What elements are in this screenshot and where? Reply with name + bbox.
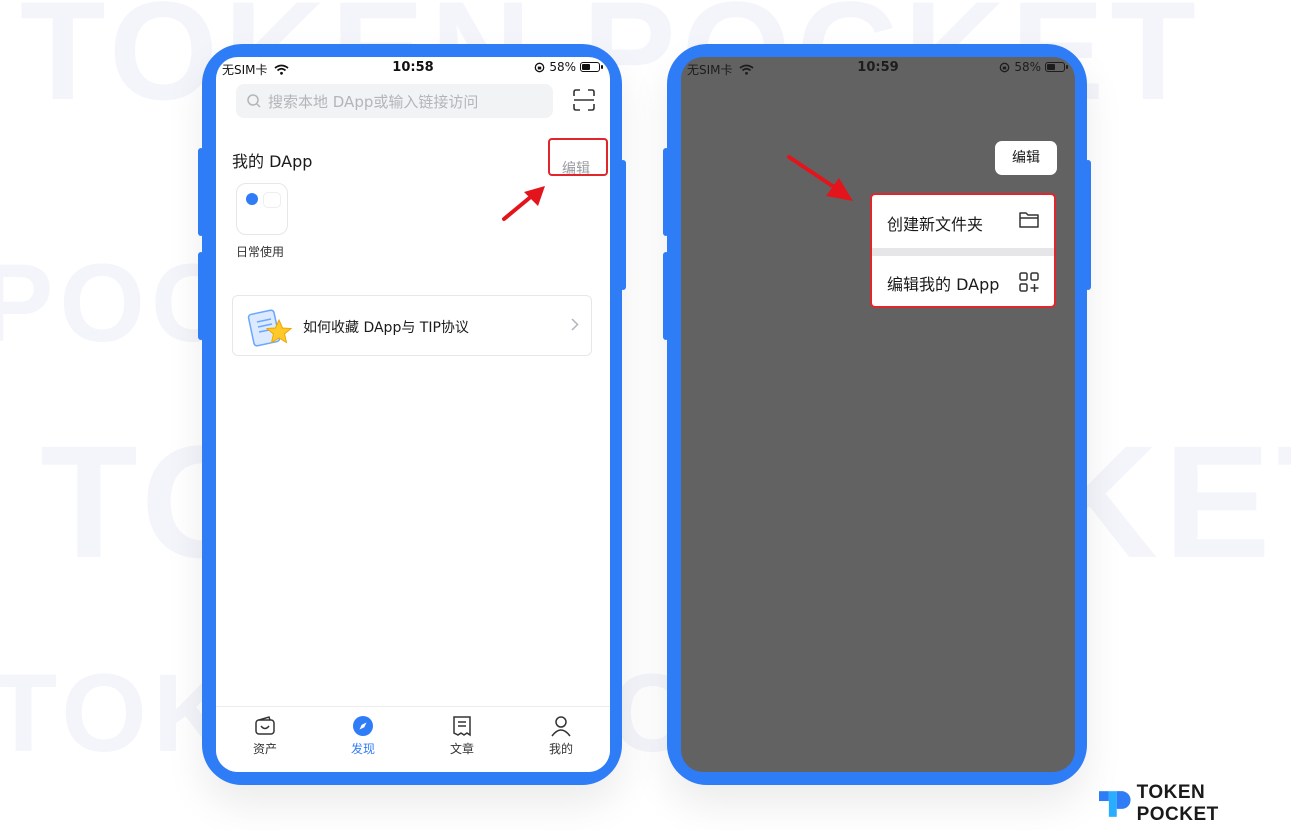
brand-name: TOKEN POCKET	[1136, 782, 1219, 825]
scan-icon[interactable]	[573, 89, 595, 111]
status-bar: 无SIM卡 10:58 58%	[216, 57, 610, 79]
power-button	[1085, 160, 1091, 290]
status-right: 58%	[534, 60, 603, 74]
rotation-lock-icon	[534, 62, 545, 72]
dapp-folder[interactable]	[236, 183, 288, 235]
tab-label: 我的	[548, 742, 573, 756]
tokenpocket-logo	[1099, 791, 1131, 817]
menu-divider	[872, 248, 1054, 256]
volume-up-button	[198, 148, 204, 236]
tab-articles[interactable]: 文章	[432, 715, 492, 757]
highlight-box	[548, 138, 608, 176]
search-placeholder: 搜索本地 DApp或输入链接访问	[268, 92, 479, 111]
user-icon	[551, 716, 571, 737]
banner-text: 如何收藏 DApp与 TIP协议	[303, 320, 469, 336]
annotation-arrow-left	[502, 186, 545, 221]
tab-label: 资产	[252, 742, 277, 756]
battery-icon	[1045, 62, 1068, 72]
search-input[interactable]: 搜索本地 DApp或输入链接访问	[236, 84, 553, 118]
chevron-right-icon	[571, 316, 579, 335]
edit-button[interactable]: 编辑	[995, 141, 1057, 175]
bottom-tab-bar: 资产 发现 文章 我的	[216, 706, 610, 772]
brand-logo: TOKEN POCKET	[1099, 782, 1291, 826]
article-icon	[453, 716, 471, 737]
tab-label: 发现	[350, 742, 375, 756]
menu-item-label: 编辑我的 DApp	[887, 275, 1000, 294]
status-bar: 无SIM卡 10:59 58%	[681, 57, 1075, 79]
search-icon	[247, 94, 261, 108]
section-title-my-dapp: 我的 DApp	[232, 152, 313, 171]
clipboard-star-icon	[247, 309, 293, 347]
tab-discover[interactable]: 发现	[333, 715, 393, 757]
battery-icon	[580, 62, 603, 72]
compass-icon	[246, 193, 258, 205]
phone-frame-left: 无SIM卡 10:58 58% 搜索本地 DApp或输入链接访问 我的 DApp…	[198, 44, 626, 785]
rotation-lock-icon	[999, 62, 1010, 72]
wallet-icon	[255, 716, 275, 735]
grid-add-icon	[1019, 272, 1039, 292]
tab-label: 文章	[449, 742, 474, 756]
tab-me[interactable]: 我的	[531, 715, 591, 757]
folder-slot	[263, 192, 281, 208]
annotation-arrow-right	[787, 155, 853, 201]
folder-label: 日常使用	[236, 245, 285, 259]
edit-popup-menu: 创建新文件夹 编辑我的 DApp	[870, 193, 1056, 308]
tutorial-banner[interactable]: 如何收藏 DApp与 TIP协议	[232, 295, 592, 356]
screen-edit-menu: 无SIM卡 10:59 58% 编辑 创建新文件夹 编辑我的 DApp	[681, 57, 1075, 772]
phone-frame-right: 无SIM卡 10:59 58% 编辑 创建新文件夹 编辑我的 DApp	[663, 44, 1091, 785]
volume-down-button	[198, 252, 204, 340]
menu-item-create-folder[interactable]: 创建新文件夹	[872, 195, 1054, 247]
volume-up-button	[663, 148, 669, 236]
status-right: 58%	[999, 60, 1068, 74]
screen-discover: 无SIM卡 10:58 58% 搜索本地 DApp或输入链接访问 我的 DApp…	[216, 57, 610, 772]
battery-percent: 58%	[549, 60, 576, 74]
menu-item-edit-dapp[interactable]: 编辑我的 DApp	[872, 256, 1054, 306]
tab-assets[interactable]: 资产	[235, 715, 295, 757]
folder-icon	[1019, 212, 1039, 228]
menu-item-label: 创建新文件夹	[887, 215, 984, 234]
power-button	[620, 160, 626, 290]
volume-down-button	[663, 252, 669, 340]
compass-icon	[353, 716, 373, 736]
battery-percent: 58%	[1014, 60, 1041, 74]
